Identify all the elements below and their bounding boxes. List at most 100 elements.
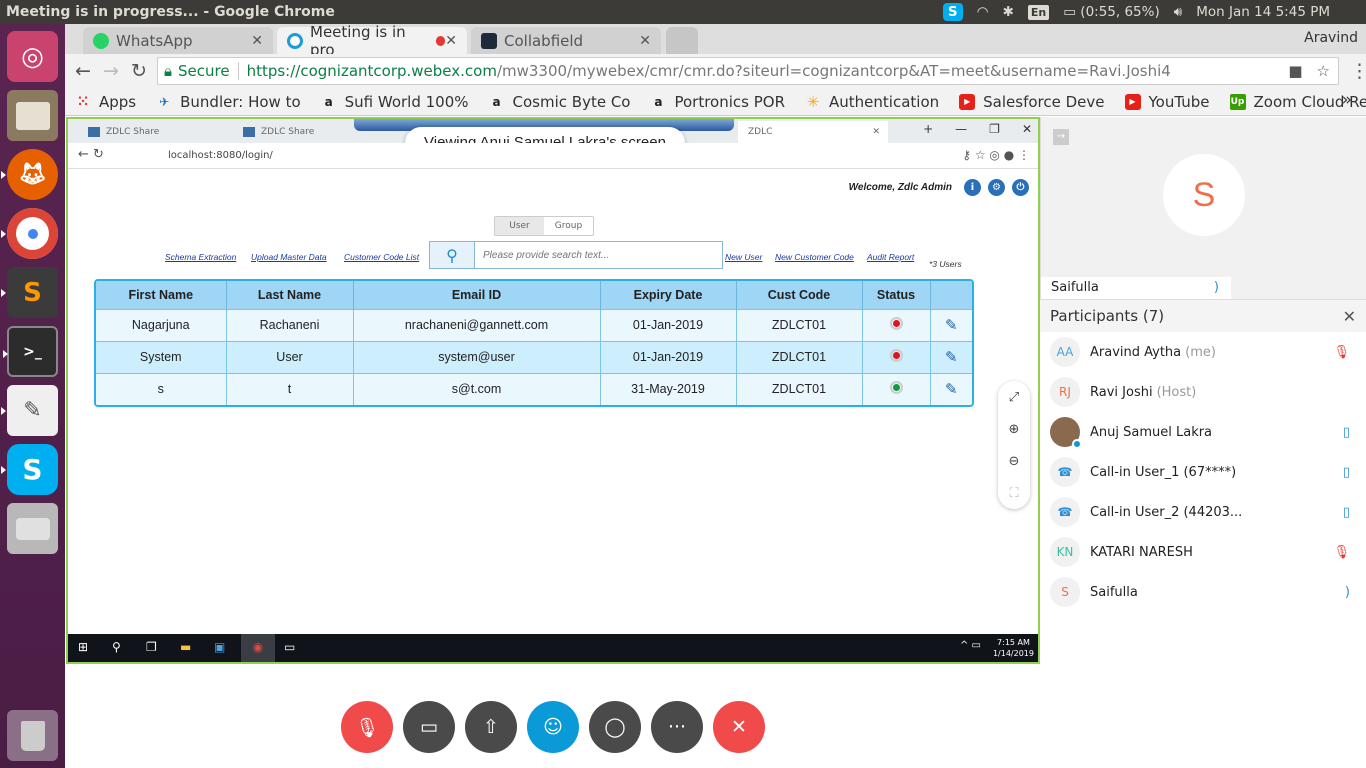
bluetooth-icon[interactable]: ✱ [1003, 4, 1014, 20]
clock[interactable]: Mon Jan 14 5:45 PM [1196, 4, 1330, 20]
participant-item[interactable]: ☎ Call-in User_2 (44203... ▯ [1040, 492, 1366, 532]
ellipsis-icon: ··· [667, 716, 687, 738]
participant-item[interactable]: ☎ Call-in User_1 (67****) ▯ [1040, 452, 1366, 492]
remote-window-controls: + — ❐ ✕ [923, 122, 1032, 136]
user-group-toggle: User Group [494, 216, 594, 236]
participant-item[interactable]: S Saifulla ) [1040, 572, 1366, 612]
chat-button[interactable]: ◯ [589, 701, 641, 753]
participant-item[interactable]: AA Aravind Aytha (me) 🎙︎ [1040, 332, 1366, 372]
column-header-actions [930, 281, 972, 309]
edit-pencil-icon: ✎ [944, 349, 958, 366]
bookmark-label: Cosmic Byte Co [512, 92, 631, 111]
bookmark-cosmic-byte[interactable]: a Cosmic Byte Co [489, 92, 631, 111]
skype-icon[interactable]: S [1, 444, 58, 495]
amazon-icon: a [654, 94, 663, 109]
participants-icon: ☺ [543, 716, 563, 738]
status-inactive-icon [889, 317, 903, 330]
shared-screen-view: ZDLC Share ZDLC Share ZDLC✕ + — ❐ ✕ View… [66, 117, 1040, 664]
video-button[interactable]: ▭ [403, 701, 455, 753]
leave-meeting-button[interactable]: ✕ [713, 701, 765, 753]
camera-blocked-icon[interactable]: ■ [1288, 62, 1302, 80]
bookmark-label: YouTube [1148, 92, 1210, 111]
trash-icon[interactable] [7, 710, 58, 761]
separator [237, 62, 239, 80]
windows-start-icon: ⊞ [78, 640, 89, 654]
reload-icon[interactable]: ↻ [131, 60, 147, 82]
participant-avatar: S [1050, 577, 1080, 607]
bookmark-sufi-world[interactable]: a Sufi World 100% [321, 93, 469, 111]
keyboard-layout-indicator[interactable]: En [1027, 4, 1050, 20]
link-audit-report: Audit Report [867, 252, 915, 262]
remote-tab-label: ZDLC Share [106, 127, 160, 137]
skype-tray-icon[interactable]: S [942, 3, 963, 21]
text-editor-icon[interactable]: ✎ [1, 385, 58, 436]
participant-role: (Host) [1156, 384, 1197, 400]
volume-icon[interactable]: 🔊︎ [1174, 4, 1183, 20]
participants-header: Participants (7) ✕ [1040, 299, 1366, 332]
zoom-in-icon[interactable]: ⊕ [1009, 422, 1020, 437]
column-header: Last Name [226, 281, 354, 309]
tab-collabfield[interactable]: Collabfield ✕ [471, 27, 661, 54]
more-bookmarks-icon[interactable]: » [1342, 90, 1352, 110]
table-header-row: First Name Last Name Email ID Expiry Dat… [96, 281, 972, 309]
files-icon[interactable] [7, 90, 58, 141]
chrome-icon[interactable] [1, 208, 58, 259]
forward-icon[interactable]: → [103, 60, 119, 82]
mic-icon: ▯ [1342, 504, 1350, 520]
new-tab-button[interactable] [666, 27, 698, 54]
back-icon[interactable]: ← [75, 60, 91, 82]
participant-item[interactable]: Anuj Samuel Lakra ▯ [1040, 412, 1366, 452]
more-options-button[interactable]: ··· [651, 701, 703, 753]
participant-item[interactable]: KN KATARI NARESH 🎙︎ [1040, 532, 1366, 572]
close-participants-icon[interactable]: ✕ [1343, 300, 1356, 333]
bookmark-authentication[interactable]: ✳ Authentication [805, 93, 939, 111]
participant-name: Anuj Samuel Lakra [1090, 424, 1213, 440]
close-tab-icon[interactable]: ✕ [639, 33, 651, 49]
bookmark-portronics[interactable]: a Portronics POR [650, 93, 785, 111]
ubuntu-dash-icon[interactable]: ◎ [7, 31, 58, 82]
bookmark-star-icon[interactable]: ☆ [1317, 62, 1330, 80]
collapse-panel-icon[interactable]: → [1053, 129, 1069, 145]
cell-first-name: Nagarjuna [96, 308, 227, 341]
close-icon: ✕ [1021, 122, 1032, 136]
os-top-bar: Meeting is in progress... - Google Chrom… [0, 0, 1366, 24]
video-camera-icon: ▭ [420, 716, 438, 738]
zoom-out-icon[interactable]: ⊖ [1009, 454, 1020, 469]
bookmark-apps[interactable]: ⁙ Apps [75, 93, 136, 111]
collabfield-icon [481, 32, 497, 49]
menu-icon[interactable]: ⋮ [1350, 60, 1366, 82]
share-button[interactable]: ⇧ [465, 701, 517, 753]
table-row: s t s@t.com 31-May-2019 ZDLCT01 ✎ [96, 372, 972, 405]
tab-meeting[interactable]: Meeting is in pro ✕ [277, 23, 467, 59]
cell-email: s@t.com [353, 372, 601, 405]
mute-button[interactable]: 🎙︎ [341, 701, 393, 753]
bookmarks-bar: ⁙ Apps ✈ Bundler: How to a Sufi World 100% … [65, 88, 1366, 116]
secure-label: Secure [177, 62, 230, 80]
settings-icon: ⚙ [988, 179, 1005, 196]
column-header: Email ID [353, 281, 601, 309]
remote-toolbar-icons: ⚷ ☆ ◎ ● ⋮ [962, 148, 1030, 162]
user-count: *3 Users [929, 259, 962, 269]
disk-icon[interactable] [7, 503, 58, 554]
terminal-icon[interactable]: >_ [3, 326, 58, 377]
address-bar[interactable]: 🔒︎ Secure https://cognizantcorp.webex.co… [157, 57, 1339, 85]
power-icon: ⏻ [1012, 179, 1029, 196]
tab-whatsapp[interactable]: WhatsApp ✕ [83, 27, 273, 54]
bookmark-youtube[interactable]: ▶ YouTube [1124, 92, 1210, 111]
close-tab-icon[interactable]: ✕ [445, 33, 457, 49]
bookmark-salesforce[interactable]: ▶ Salesforce Deve [959, 93, 1105, 111]
fit-to-window-icon[interactable]: ⤢ [1009, 390, 1019, 405]
sublime-text-icon[interactable]: S [1, 267, 58, 318]
profile-name[interactable]: Aravind [1304, 30, 1358, 46]
participants-button[interactable]: ☺ [527, 701, 579, 753]
battery-indicator[interactable]: ▭ (0:55, 65%) [1063, 4, 1160, 20]
battery-icon: ▭ [1063, 4, 1076, 20]
participant-item[interactable]: RJ Ravi Joshi (Host) [1040, 372, 1366, 412]
chat-bubble-icon: ◯ [604, 716, 626, 738]
firefox-icon[interactable]: 🦊︎ [1, 149, 58, 200]
fullscreen-icon[interactable]: ⛶ [1009, 486, 1018, 501]
close-tab-icon[interactable]: ✕ [251, 33, 263, 49]
speaking-indicator-icon: ) [1344, 584, 1350, 600]
wifi-icon[interactable]: ◠ [977, 4, 989, 20]
bookmark-bundler[interactable]: ✈ Bundler: How to [156, 93, 301, 111]
